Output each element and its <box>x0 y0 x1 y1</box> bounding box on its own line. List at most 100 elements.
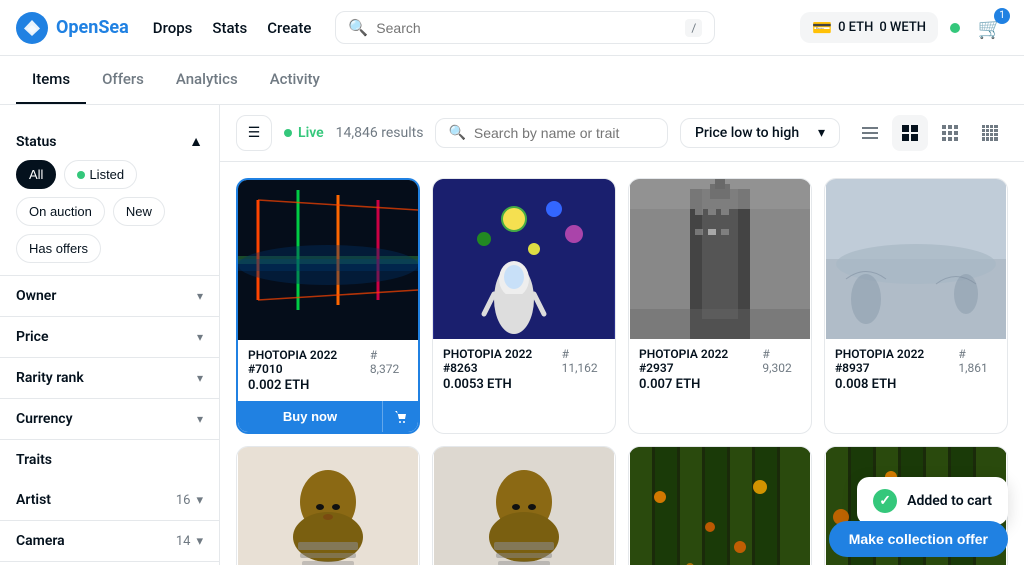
status-chevron: ▲ <box>189 133 203 150</box>
artist-count-group: 16 ▾ <box>176 493 203 508</box>
card-meta-0: PHOTOPIA 2022 #7010 # 8,372 <box>248 348 408 376</box>
price-label: Price <box>16 329 49 345</box>
view-grid-medium-button[interactable] <box>932 115 968 151</box>
status-listed-button[interactable]: Listed <box>64 160 137 189</box>
collection-offer-button[interactable]: Make collection offer <box>829 521 1008 557</box>
nft-card-6[interactable]: PHOTOPIA 2022 <box>628 446 812 565</box>
notification-text: Added to cart <box>907 493 992 509</box>
tab-items[interactable]: Items <box>16 56 86 104</box>
card-price-2: 0.007 ETH <box>639 377 801 392</box>
filter-icon: ☰ <box>248 125 261 141</box>
logo-text: OpenSea <box>56 17 129 38</box>
camera-filter[interactable]: Camera 14 ▾ <box>0 521 219 562</box>
card-buy-bar-0: Buy now <box>238 401 418 432</box>
wallet-weth: 0 WETH <box>879 20 926 35</box>
view-grid-large-button[interactable] <box>972 115 1008 151</box>
wallet-eth: 0 ETH <box>838 20 873 35</box>
card-image-5 <box>433 447 615 565</box>
add-to-cart-button-0[interactable] <box>382 401 418 432</box>
currency-chevron: ▾ <box>197 412 203 426</box>
listed-dot-icon <box>77 171 85 179</box>
status-filter-header[interactable]: Status ▲ <box>16 133 203 150</box>
tab-analytics[interactable]: Analytics <box>160 56 254 104</box>
card-rank-0: # 8,372 <box>370 348 408 376</box>
card-image-1 <box>433 179 615 339</box>
card-image-2 <box>629 179 811 339</box>
price-filter[interactable]: Price ▾ <box>0 317 219 358</box>
buy-now-button-0[interactable]: Buy now <box>238 401 382 432</box>
nft-card-2[interactable]: PHOTOPIA 2022 #2937 # 9,302 0.007 ETH <box>628 178 812 434</box>
owner-filter[interactable]: Owner ▾ <box>0 276 219 317</box>
search-icon: 🔍 <box>348 18 368 37</box>
camera-count: 14 <box>176 534 191 549</box>
card-meta-1: PHOTOPIA 2022 #8263 # 11,162 <box>443 347 605 375</box>
card-image-6 <box>629 447 811 565</box>
cart-button[interactable]: 🛒 1 <box>972 10 1008 46</box>
sort-label: Price low to high <box>695 125 799 141</box>
sidebar: Status ▲ All Listed On auction New Has o… <box>0 105 220 565</box>
rarity-rank-label: Rarity rank <box>16 370 84 386</box>
rarity-rank-chevron: ▾ <box>197 371 203 385</box>
sort-dropdown[interactable]: Price low to high ▾ <box>680 118 840 148</box>
logo[interactable]: OpenSea <box>16 12 129 44</box>
live-dot-icon <box>284 129 292 137</box>
filter-toggle-button[interactable]: ☰ <box>236 115 272 151</box>
card-title-3: PHOTOPIA 2022 #8937 <box>835 347 958 375</box>
view-list-button[interactable] <box>852 115 888 151</box>
traits-filter[interactable]: Traits <box>0 440 219 480</box>
nft-card-1[interactable]: PHOTOPIA 2022 #8263 # 11,162 0.0053 ETH <box>432 178 616 434</box>
nav-stats[interactable]: Stats <box>212 15 247 41</box>
status-all-button[interactable]: All <box>16 160 56 189</box>
artist-count: 16 <box>176 493 191 508</box>
trait-search-icon: 🔍 <box>448 125 465 141</box>
artist-label: Artist <box>16 492 51 508</box>
main-nav: Drops Stats Create <box>153 15 312 41</box>
view-grid-small-button[interactable] <box>892 115 928 151</box>
status-filter-section: Status ▲ All Listed On auction New Has o… <box>0 121 219 276</box>
card-meta-2: PHOTOPIA 2022 #2937 # 9,302 <box>639 347 801 375</box>
card-body-3: PHOTOPIA 2022 #8937 # 1,861 0.008 ETH <box>825 339 1007 400</box>
view-options <box>852 115 1008 151</box>
tab-offers[interactable]: Offers <box>86 56 160 104</box>
live-text: Live <box>298 125 324 141</box>
rarity-rank-filter[interactable]: Rarity rank ▾ <box>0 358 219 399</box>
nav-create[interactable]: Create <box>267 15 311 41</box>
trait-search[interactable]: 🔍 <box>435 118 668 148</box>
search-shortcut: / <box>685 19 702 37</box>
card-title-2: PHOTOPIA 2022 #2937 <box>639 347 762 375</box>
status-auction-button[interactable]: On auction <box>16 197 105 226</box>
cart-notification: ✓ Added to cart <box>857 477 1008 525</box>
nft-card-5[interactable]: PHOTOPIA 2022 <box>432 446 616 565</box>
card-rank-1: # 11,162 <box>562 347 605 375</box>
nav-drops[interactable]: Drops <box>153 15 193 41</box>
tab-activity[interactable]: Activity <box>254 56 336 104</box>
artist-chevron: ▾ <box>196 493 203 508</box>
search-input[interactable] <box>376 20 677 36</box>
card-body-1: PHOTOPIA 2022 #8263 # 11,162 0.0053 ETH <box>433 339 615 400</box>
currency-label: Currency <box>16 411 73 427</box>
nft-card-0[interactable]: PHOTOPIA 2022 #7010 # 8,372 0.002 ETH Bu… <box>236 178 420 434</box>
cart-badge: 1 <box>994 8 1010 24</box>
status-buttons: All Listed On auction New Has offers <box>16 160 203 263</box>
results-count: 14,846 results <box>336 125 424 141</box>
card-body-0: PHOTOPIA 2022 #7010 # 8,372 0.002 ETH <box>238 340 418 401</box>
card-image-0 <box>238 180 418 340</box>
status-new-button[interactable]: New <box>113 197 165 226</box>
wallet-icon: 💳 <box>812 18 832 37</box>
header-right: 💳 0 ETH 0 WETH 🛒 1 <box>800 10 1008 46</box>
artist-filter[interactable]: Artist 16 ▾ <box>0 480 219 521</box>
card-image-4 <box>237 447 419 565</box>
wallet-button[interactable]: 💳 0 ETH 0 WETH <box>800 12 938 43</box>
currency-filter[interactable]: Currency ▾ <box>0 399 219 440</box>
collection-tabs: Items Offers Analytics Activity <box>0 56 1024 105</box>
global-search[interactable]: 🔍 / <box>335 11 715 44</box>
card-price-0: 0.002 ETH <box>248 378 408 393</box>
nft-card-3[interactable]: PHOTOPIA 2022 #8937 # 1,861 0.008 ETH <box>824 178 1008 434</box>
nft-card-4[interactable]: PHOTOPIA 2022 <box>236 446 420 565</box>
trait-search-input[interactable] <box>474 125 655 141</box>
header: OpenSea Drops Stats Create 🔍 / 💳 0 ETH 0… <box>0 0 1024 56</box>
notification-check-icon: ✓ <box>873 489 897 513</box>
card-price-1: 0.0053 ETH <box>443 377 605 392</box>
status-offers-button[interactable]: Has offers <box>16 234 101 263</box>
camera-chevron: ▾ <box>196 534 203 549</box>
